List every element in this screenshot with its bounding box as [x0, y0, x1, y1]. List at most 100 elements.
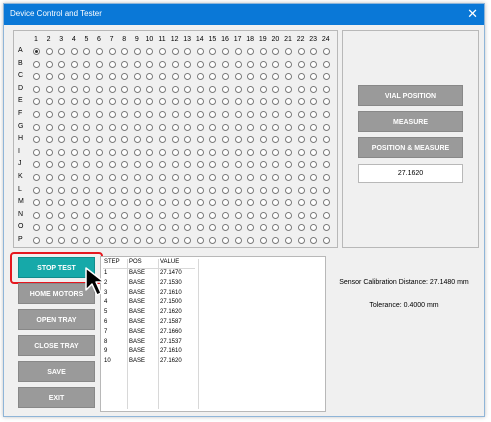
- vial-radio-H15[interactable]: [209, 136, 217, 144]
- vial-radio-A1[interactable]: [33, 48, 40, 55]
- vial-radio-D10[interactable]: [146, 85, 154, 93]
- vial-radio-F7[interactable]: [108, 111, 116, 118]
- vial-radio-P2[interactable]: [45, 237, 53, 244]
- vial-radio-F5[interactable]: [83, 111, 91, 118]
- vial-radio-E19[interactable]: [259, 98, 267, 106]
- vial-radio-B3[interactable]: [58, 60, 66, 68]
- vial-radio-D14[interactable]: [196, 85, 204, 93]
- vial-radio-M5[interactable]: [83, 199, 91, 207]
- vial-radio-M9[interactable]: [133, 199, 141, 207]
- vial-radio-B22[interactable]: [297, 60, 305, 68]
- vial-radio-N3[interactable]: [58, 211, 66, 219]
- vial-radio-E2[interactable]: [45, 98, 53, 106]
- vial-radio-A14[interactable]: [196, 48, 204, 55]
- vial-radio-E3[interactable]: [58, 98, 66, 106]
- vial-radio-K20[interactable]: [272, 174, 280, 181]
- vial-radio-J3[interactable]: [58, 161, 66, 169]
- vial-radio-B17[interactable]: [234, 60, 242, 68]
- vial-radio-G16[interactable]: [222, 123, 229, 131]
- vial-radio-F14[interactable]: [196, 111, 204, 118]
- vial-radio-J10[interactable]: [146, 161, 154, 169]
- vial-radio-N22[interactable]: [297, 211, 305, 219]
- vial-radio-P24[interactable]: [322, 237, 330, 244]
- vial-radio-B19[interactable]: [259, 60, 267, 68]
- vial-radio-K8[interactable]: [121, 174, 129, 181]
- vial-radio-O5[interactable]: [83, 224, 91, 232]
- vial-radio-O18[interactable]: [247, 224, 255, 232]
- vial-radio-P20[interactable]: [272, 237, 280, 244]
- vial-radio-M24[interactable]: [322, 199, 330, 207]
- vial-radio-P18[interactable]: [247, 237, 255, 244]
- vial-radio-O22[interactable]: [297, 224, 305, 232]
- vial-radio-G13[interactable]: [184, 123, 192, 131]
- vial-radio-J5[interactable]: [83, 161, 91, 169]
- vial-radio-L18[interactable]: [247, 186, 255, 194]
- vial-radio-K13[interactable]: [184, 174, 192, 181]
- vial-radio-G14[interactable]: [196, 123, 204, 131]
- vial-radio-L14[interactable]: [196, 186, 204, 194]
- vial-radio-J24[interactable]: [322, 161, 330, 169]
- vial-radio-E11[interactable]: [159, 98, 166, 106]
- vial-radio-H21[interactable]: [285, 136, 292, 144]
- vial-radio-I17[interactable]: [234, 148, 242, 156]
- vial-radio-H4[interactable]: [70, 136, 78, 144]
- vial-radio-F6[interactable]: [96, 111, 103, 118]
- vial-radio-D15[interactable]: [209, 85, 217, 93]
- vial-radio-L1[interactable]: [33, 186, 40, 194]
- vial-radio-N18[interactable]: [247, 211, 255, 219]
- vial-radio-O11[interactable]: [159, 224, 166, 232]
- vial-radio-D2[interactable]: [45, 85, 53, 93]
- vial-radio-D23[interactable]: [310, 85, 318, 93]
- vial-radio-F4[interactable]: [70, 111, 78, 118]
- vial-radio-N2[interactable]: [45, 211, 53, 219]
- vial-radio-J13[interactable]: [184, 161, 192, 169]
- vial-radio-N13[interactable]: [184, 211, 192, 219]
- vial-radio-E5[interactable]: [83, 98, 91, 106]
- vial-radio-K2[interactable]: [45, 174, 53, 181]
- vial-radio-D8[interactable]: [121, 85, 129, 93]
- vial-radio-N9[interactable]: [133, 211, 141, 219]
- vial-radio-F15[interactable]: [209, 111, 217, 118]
- vial-radio-C6[interactable]: [96, 73, 103, 81]
- vial-radio-L17[interactable]: [234, 186, 242, 194]
- vial-radio-K15[interactable]: [209, 174, 217, 181]
- vial-radio-K17[interactable]: [234, 174, 242, 181]
- vial-radio-M1[interactable]: [33, 199, 40, 207]
- vial-radio-M10[interactable]: [146, 199, 154, 207]
- vial-radio-O21[interactable]: [285, 224, 292, 232]
- vial-radio-B6[interactable]: [96, 60, 103, 68]
- vial-radio-H10[interactable]: [146, 136, 154, 144]
- vial-radio-E17[interactable]: [234, 98, 242, 106]
- vial-radio-B1[interactable]: [33, 60, 40, 68]
- vial-radio-H14[interactable]: [196, 136, 204, 144]
- vial-radio-F19[interactable]: [259, 111, 267, 118]
- vial-radio-L4[interactable]: [70, 186, 78, 194]
- vial-radio-D6[interactable]: [96, 85, 103, 93]
- vial-radio-C8[interactable]: [121, 73, 129, 81]
- vial-radio-P7[interactable]: [108, 237, 116, 244]
- vial-radio-J18[interactable]: [247, 161, 255, 169]
- vial-radio-A3[interactable]: [58, 48, 66, 55]
- vial-radio-O10[interactable]: [146, 224, 154, 232]
- vial-radio-P23[interactable]: [310, 237, 318, 244]
- vial-radio-O4[interactable]: [70, 224, 78, 232]
- vial-radio-N4[interactable]: [70, 211, 78, 219]
- vial-radio-G8[interactable]: [121, 123, 129, 131]
- vial-radio-L20[interactable]: [272, 186, 280, 194]
- vial-radio-N20[interactable]: [272, 211, 280, 219]
- vial-radio-H5[interactable]: [83, 136, 91, 144]
- vial-radio-F16[interactable]: [222, 111, 229, 118]
- vial-radio-E20[interactable]: [272, 98, 280, 106]
- vial-radio-F9[interactable]: [133, 111, 141, 118]
- vial-radio-J20[interactable]: [272, 161, 280, 169]
- vial-radio-P12[interactable]: [171, 237, 179, 244]
- vial-radio-C9[interactable]: [133, 73, 141, 81]
- vial-radio-J6[interactable]: [96, 161, 103, 169]
- vial-radio-J21[interactable]: [285, 161, 292, 169]
- vial-radio-M16[interactable]: [222, 199, 229, 207]
- vial-radio-E7[interactable]: [108, 98, 116, 106]
- vial-radio-I15[interactable]: [209, 148, 217, 156]
- save-button[interactable]: SAVE: [18, 361, 95, 382]
- vial-radio-E16[interactable]: [222, 98, 229, 106]
- vial-radio-G1[interactable]: [33, 123, 40, 131]
